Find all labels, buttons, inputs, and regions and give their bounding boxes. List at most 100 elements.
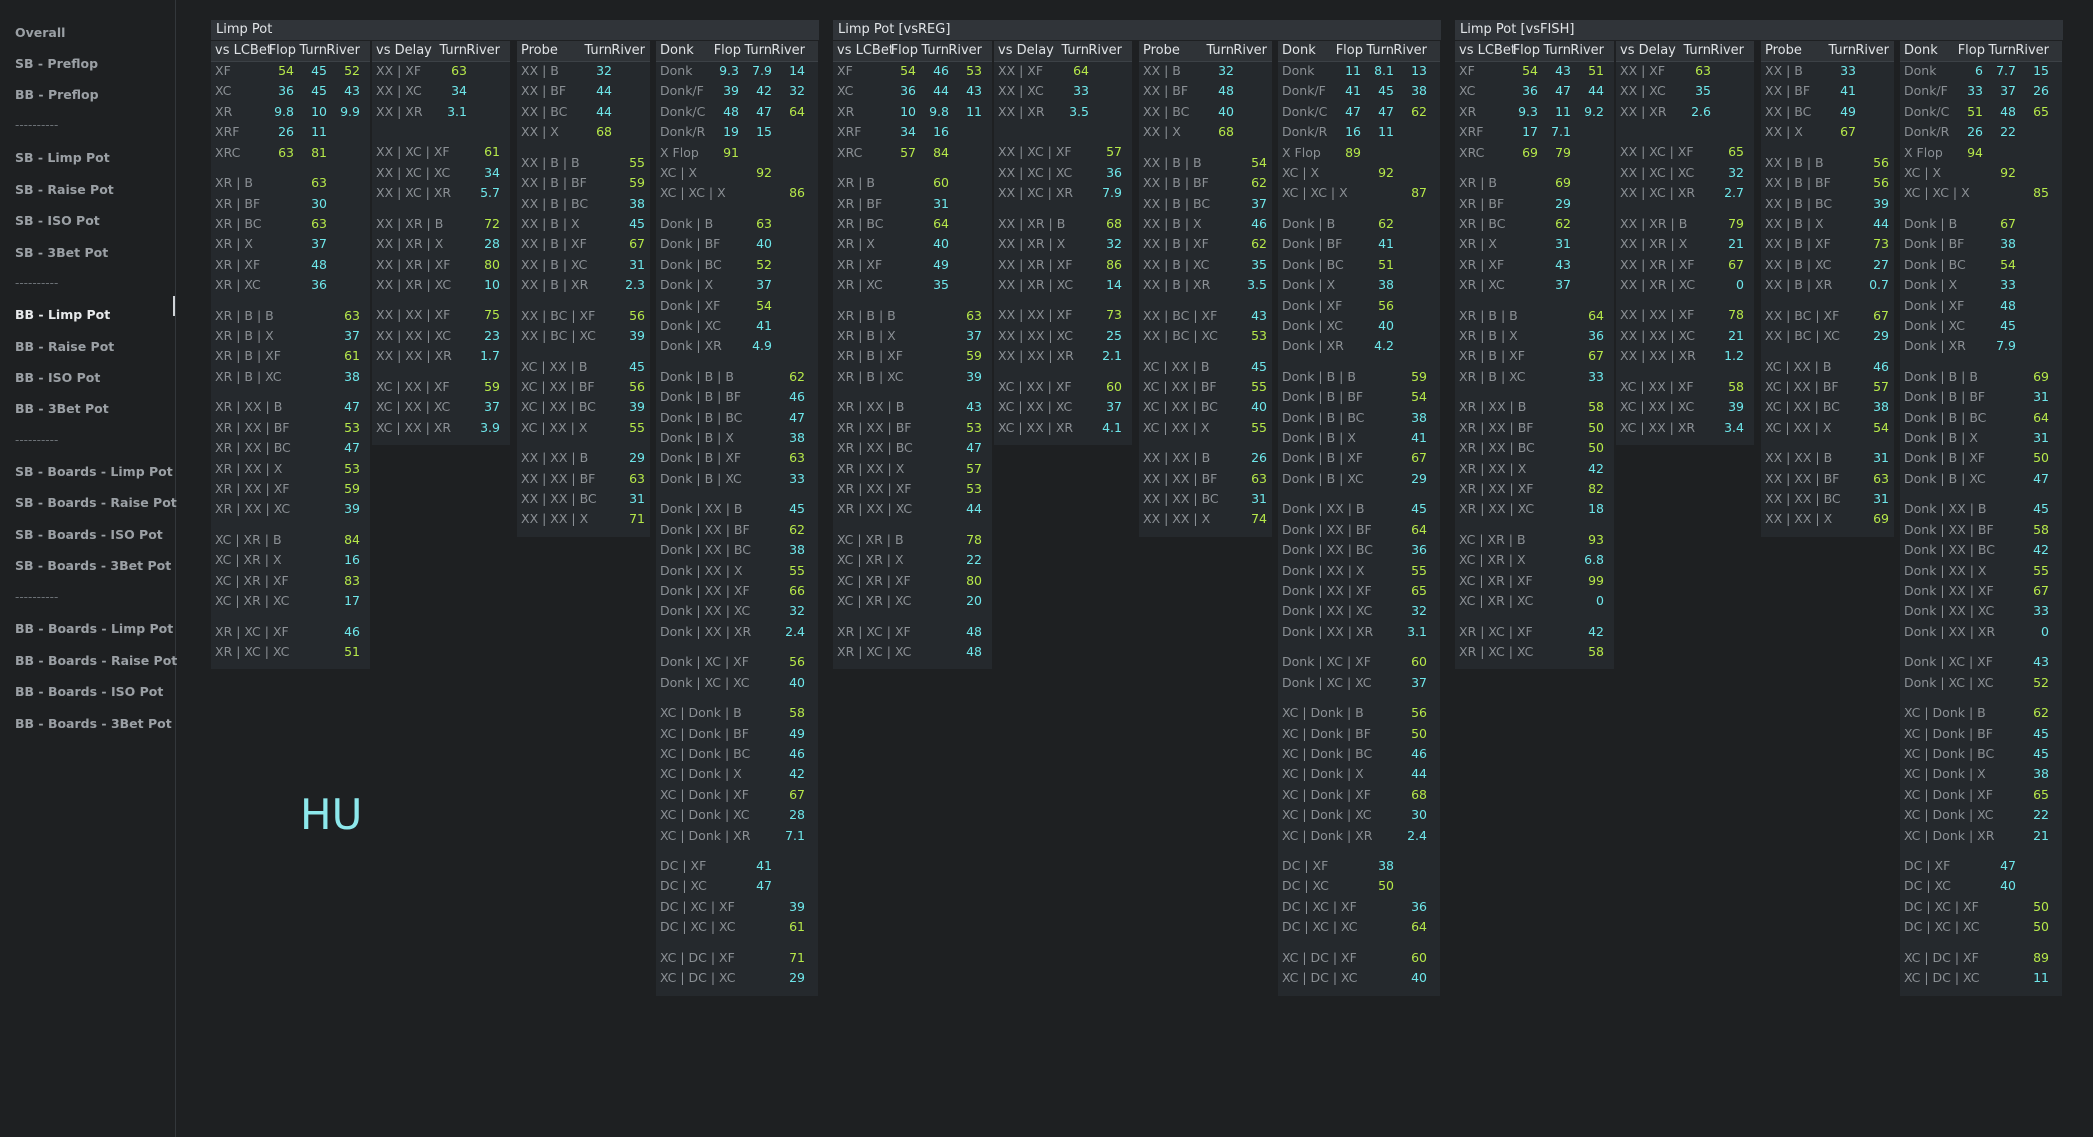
stat-value-river: 58 bbox=[1728, 378, 1744, 394]
stat-value-river: 43 bbox=[966, 83, 982, 99]
table-row: Donk | BF 40 bbox=[656, 235, 818, 253]
table-row: Donk | B | XF 67 bbox=[1278, 449, 1440, 467]
row-label: Donk | XC | XF bbox=[660, 654, 749, 670]
stat-value-turn: 29 bbox=[1555, 195, 1571, 211]
stat-value-river: 21 bbox=[2033, 827, 2049, 843]
sidebar-item-bb-3bet-pot[interactable]: BB - 3Bet Pot bbox=[15, 401, 109, 416]
table-row: XX | XR | XF 67 bbox=[1616, 256, 1754, 274]
row-label: XR | XX | X bbox=[215, 460, 283, 476]
stat-value-river: 54 bbox=[1251, 154, 1267, 170]
sidebar-item-sb-preflop[interactable]: SB - Preflop bbox=[15, 56, 98, 71]
stat-value-river: 79 bbox=[1728, 215, 1744, 231]
row-label: Donk | XF bbox=[660, 297, 721, 313]
sidebar-item-bb-boards-3bet-pot[interactable]: BB - Boards - 3Bet Pot bbox=[15, 716, 172, 731]
table-row: XR | BC 63 bbox=[211, 215, 370, 233]
sidebar-item-bb-iso-pot[interactable]: BB - ISO Pot bbox=[15, 370, 100, 385]
table-row: XX | XC 34 bbox=[372, 82, 510, 100]
row-label: Donk | B bbox=[1904, 215, 1958, 231]
table-row: XX | XX | XF 73 bbox=[994, 306, 1132, 324]
row-label: XR | XX | B bbox=[837, 399, 905, 415]
table-row: Donk | XF 48 bbox=[1900, 297, 2062, 315]
sidebar-item-bb-raise-pot[interactable]: BB - Raise Pot bbox=[15, 339, 114, 354]
sidebar-item-bb-boards-raise-pot[interactable]: BB - Boards - Raise Pot bbox=[15, 653, 177, 668]
row-label: XC | XX | B bbox=[521, 358, 588, 374]
row-label: Donk | XX | X bbox=[1904, 562, 1987, 578]
row-label: Donk | BF bbox=[1282, 236, 1343, 252]
stat-value-river: 63 bbox=[1251, 470, 1267, 486]
sidebar-nav: Overall SB - Preflop BB - Preflop ---------… bbox=[0, 0, 177, 1137]
row-label: XX | XC | XR bbox=[1620, 185, 1696, 201]
stat-value-river: 65 bbox=[2033, 786, 2049, 802]
column-header-river: River bbox=[611, 43, 645, 58]
panel-header: vs LCBet Flop Turn River bbox=[211, 41, 370, 62]
stat-value-river: 65 bbox=[1411, 582, 1427, 598]
row-label: XC | XX | XR bbox=[1620, 419, 1696, 435]
row-label: XR | XX | BF bbox=[1459, 419, 1534, 435]
stat-panel-vs-lcbet: vs LCBet Flop Turn River XF 54 46 53 XC 36 44 43 XR 1… bbox=[833, 41, 992, 670]
table-row: XX | XX | XC 23 bbox=[372, 327, 510, 345]
sidebar-item-sb-raise-pot[interactable]: SB - Raise Pot bbox=[15, 182, 114, 197]
row-label: Donk | BF bbox=[660, 236, 721, 252]
table-row: XR | XC 36 bbox=[211, 276, 370, 294]
sidebar-item-sb-boards-3bet-pot[interactable]: SB - Boards - 3Bet Pot bbox=[15, 558, 171, 573]
row-label: XX | XX | B bbox=[1765, 450, 1833, 466]
stat-value-river: 67 bbox=[1411, 450, 1427, 466]
stat-value-turn: 49 bbox=[933, 256, 949, 272]
sidebar-item-overall[interactable]: Overall bbox=[15, 25, 65, 40]
sidebar-item-sb-boards-limp-pot[interactable]: SB - Boards - Limp Pot bbox=[15, 464, 173, 479]
table-row: XX | XR | B 79 bbox=[1616, 215, 1754, 233]
row-label: XRF bbox=[215, 124, 240, 140]
sidebar-item-bb-preflop[interactable]: BB - Preflop bbox=[15, 87, 99, 102]
panel-header: Probe Turn River bbox=[1139, 41, 1272, 62]
table-row: XC | XR | XF 80 bbox=[833, 572, 992, 590]
sidebar-item-bb-boards-limp-pot[interactable]: BB - Boards - Limp Pot bbox=[15, 621, 173, 636]
row-label: XX | XR | X bbox=[376, 236, 444, 252]
stat-value-river: 61 bbox=[789, 919, 805, 935]
stat-value-river: 32 bbox=[1728, 164, 1744, 180]
row-label: XX | XF bbox=[376, 63, 422, 78]
table-row: XC | XR | XC 0 bbox=[1455, 592, 1614, 610]
row-label: Donk | BF bbox=[1904, 236, 1965, 252]
table-row: XC | XR | X 6.8 bbox=[1455, 551, 1614, 569]
stat-value-river: 73 bbox=[1873, 236, 1889, 252]
table-row: Donk | XR 7.9 bbox=[1900, 337, 2062, 355]
stat-value-river: 51 bbox=[1588, 63, 1604, 78]
row-label: XR | XX | X bbox=[1459, 460, 1527, 476]
table-row: XR | X 40 bbox=[833, 235, 992, 253]
stat-value-river: 67 bbox=[1873, 307, 1889, 323]
stat-value-river: 42 bbox=[2033, 542, 2049, 558]
column-header-river: River bbox=[1088, 43, 1122, 58]
sidebar-item-sb-limp-pot[interactable]: SB - Limp Pot bbox=[15, 150, 110, 165]
sidebar-item-sb-iso-pot[interactable]: SB - ISO Pot bbox=[15, 213, 100, 228]
row-label: XC | XC | X bbox=[1904, 185, 1970, 201]
stat-value-river: 62 bbox=[789, 521, 805, 537]
panel-header: Donk Flop Turn River bbox=[1900, 41, 2062, 62]
stat-value-river: 32 bbox=[789, 603, 805, 619]
row-label: XR | XX | XC bbox=[837, 501, 913, 517]
row-label: XX | XX | X bbox=[1765, 511, 1833, 527]
table-row: Donk | B | X 41 bbox=[1278, 429, 1440, 447]
row-label: Donk | XX | XC bbox=[1282, 603, 1373, 619]
sidebar-item-bb-boards-iso-pot[interactable]: BB - Boards - ISO Pot bbox=[15, 684, 163, 699]
row-label: XX | XC | XF bbox=[376, 144, 450, 160]
stat-value-river: 45 bbox=[629, 215, 645, 231]
row-label: XC | DC | XF bbox=[660, 949, 735, 965]
sidebar-item-sb-boards-iso-pot[interactable]: SB - Boards - ISO Pot bbox=[15, 527, 163, 542]
stat-value-river: 53 bbox=[1251, 328, 1267, 343]
panel-header: Probe Turn River bbox=[517, 41, 650, 62]
stat-value-river: 38 bbox=[789, 542, 805, 558]
row-label: Donk | XX | X bbox=[1282, 562, 1365, 578]
table-row: XC 36 47 44 bbox=[1455, 82, 1614, 100]
sidebar-item-sb-boards-raise-pot[interactable]: SB - Boards - Raise Pot bbox=[15, 495, 177, 510]
row-label: Donk | XC bbox=[1282, 317, 1343, 333]
sidebar-item-bb-limp-pot[interactable]: BB - Limp Pot bbox=[15, 307, 110, 322]
row-label: XC bbox=[215, 83, 232, 99]
row-label: XR | BC bbox=[837, 215, 884, 231]
stat-value-river: 45 bbox=[1251, 358, 1267, 374]
table-row: XX | XR | B 68 bbox=[994, 215, 1132, 233]
stat-value-river: 20 bbox=[966, 593, 982, 608]
table-row: XX | XX | BC 31 bbox=[1761, 490, 1894, 508]
row-label: XC | XX | X bbox=[1765, 419, 1832, 435]
table-row: Donk | XX | BC 42 bbox=[1900, 541, 2062, 559]
sidebar-item-sb-3bet-pot[interactable]: SB - 3Bet Pot bbox=[15, 245, 108, 260]
